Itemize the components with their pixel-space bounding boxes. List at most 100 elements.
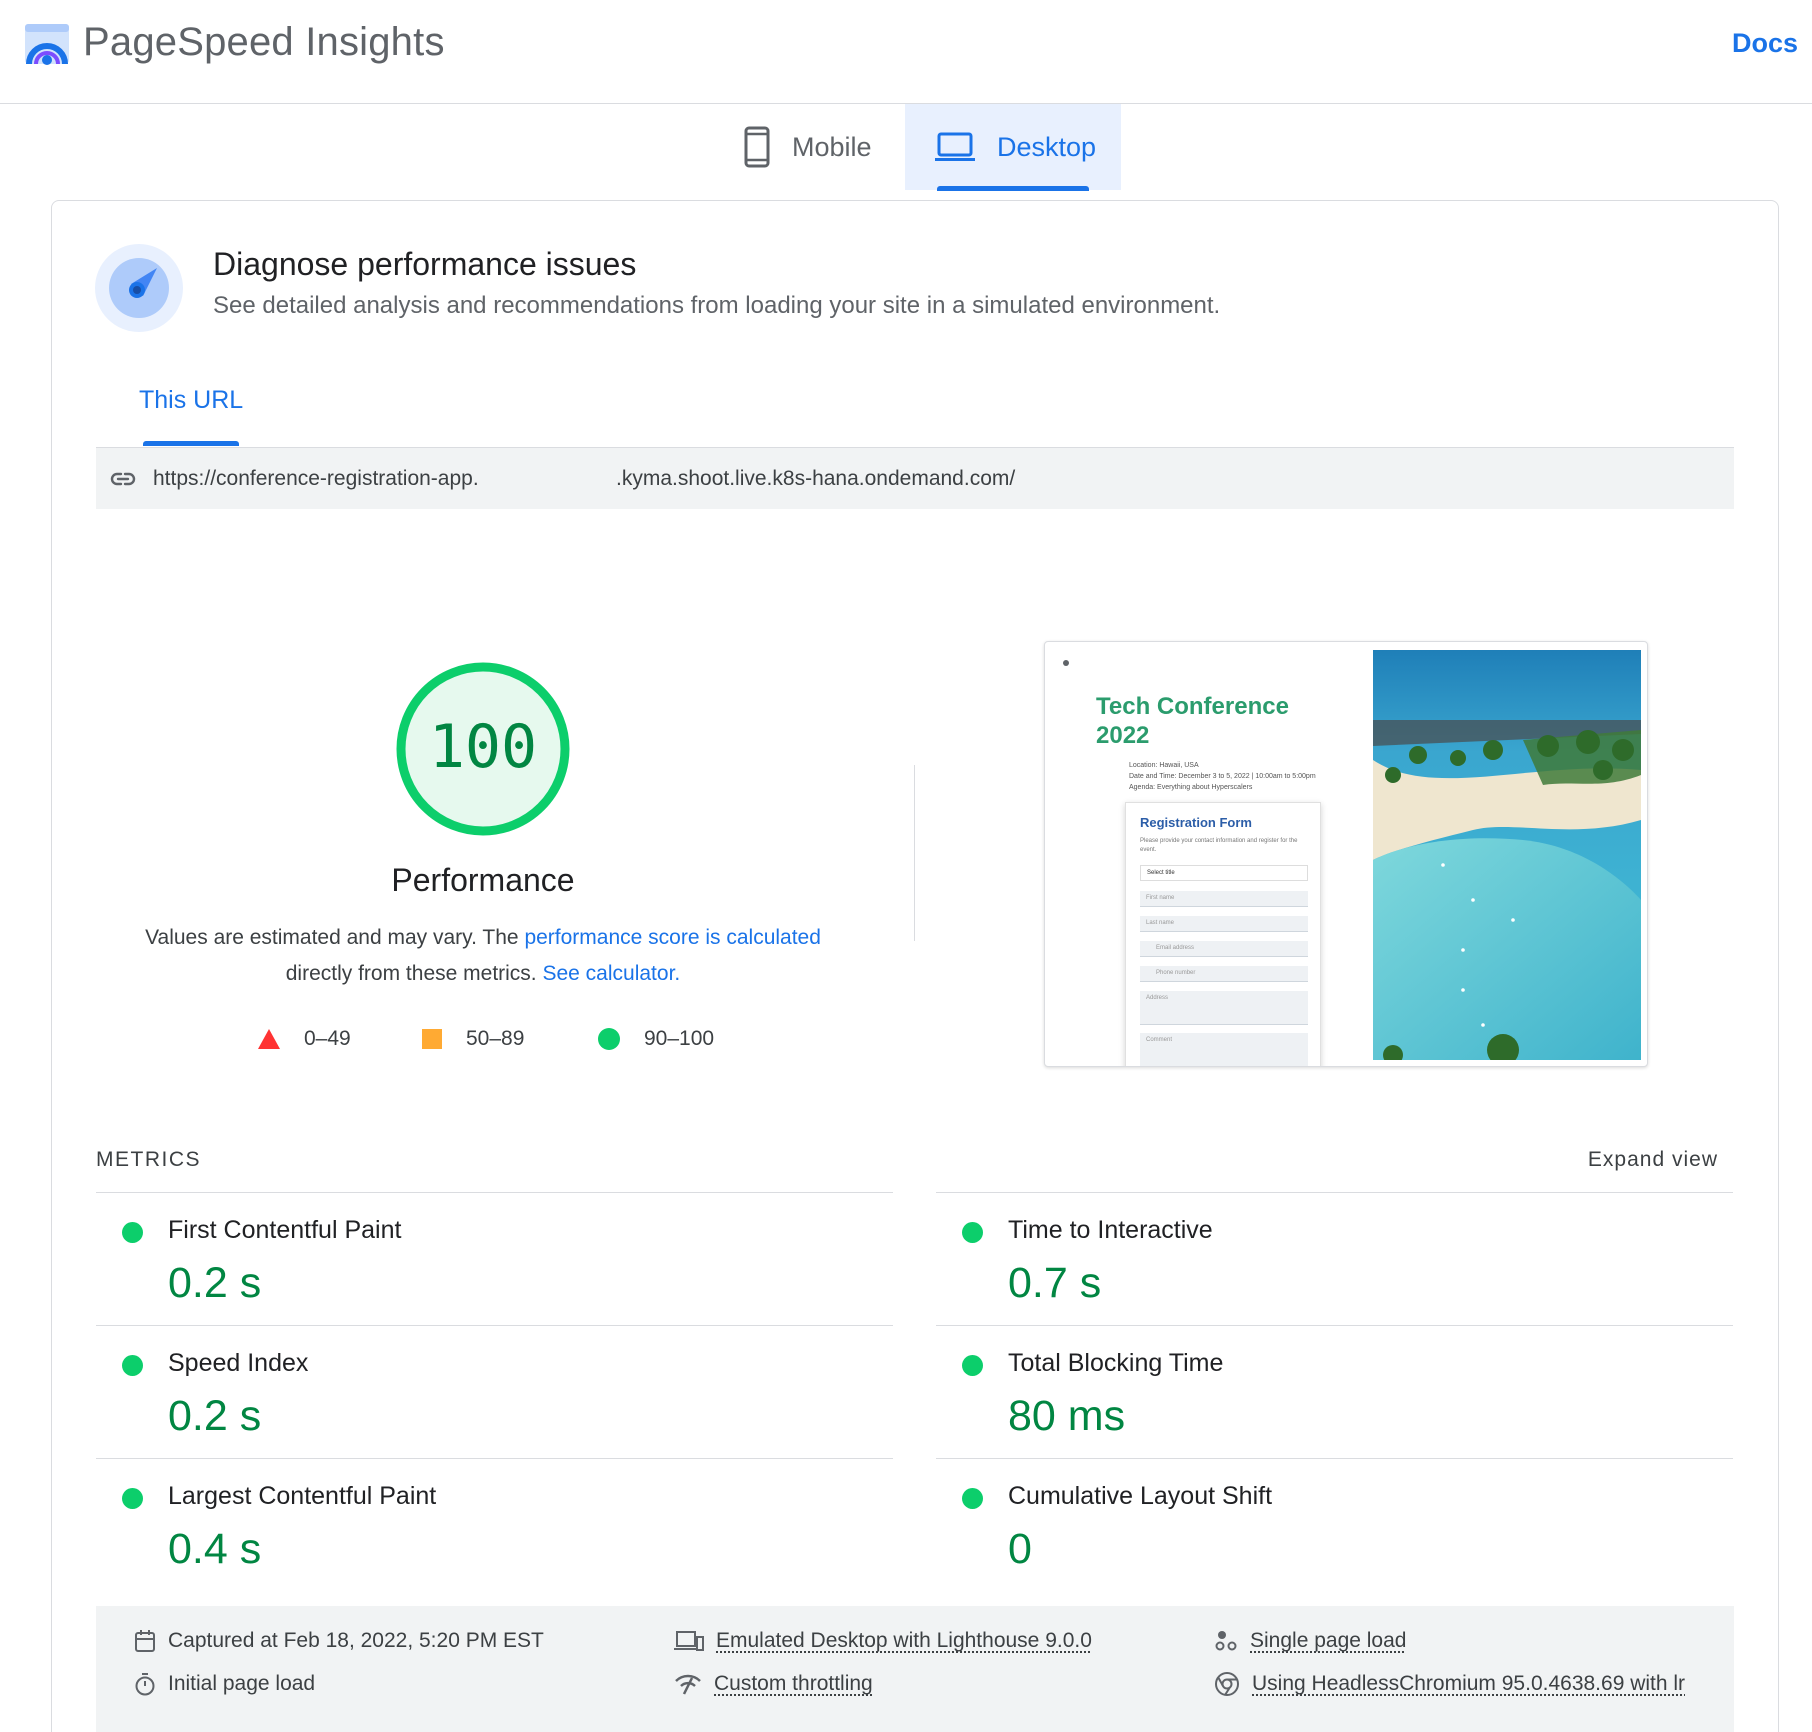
perf-desc-middle: directly from these metrics.	[285, 962, 543, 985]
throttling-wifi-icon	[675, 1674, 701, 1695]
screenshot-beach-image	[1373, 650, 1641, 1060]
pass-circle-icon	[122, 1222, 143, 1243]
docs-link[interactable]: Docs	[1732, 28, 1798, 59]
tab-mobile[interactable]: Mobile	[730, 104, 905, 190]
screenshot-logo-dot	[1063, 660, 1069, 666]
legend-pass-range: 90–100	[644, 1027, 715, 1050]
custom-throttling[interactable]: Custom throttling	[674, 1669, 873, 1699]
legend-pass: 90–100	[598, 1024, 714, 1054]
analyzed-url-bar: https://conference-registration-app. .ky…	[96, 447, 1734, 509]
pass-circle-icon	[598, 1028, 620, 1050]
performance-label: Performance	[391, 862, 575, 898]
single-page-load-text[interactable]: Single page load	[1250, 1629, 1406, 1653]
screenshot-event-info: Location: Hawaii, USA Date and Time: Dec…	[1129, 760, 1316, 793]
top-bar: PageSpeed Insights Docs	[0, 0, 1812, 104]
screenshot-title-line2: 2022	[1096, 722, 1150, 749]
laptop-icon	[935, 132, 975, 161]
screenshot-field-last-name: Last name	[1140, 916, 1308, 932]
devices-icon	[674, 1631, 704, 1651]
screenshot-field-email: Email address	[1140, 941, 1308, 957]
emulated-desktop[interactable]: Emulated Desktop with Lighthouse 9.0.0	[674, 1626, 1092, 1656]
average-square-icon	[422, 1029, 442, 1049]
tab-this-url[interactable]: This URL	[139, 386, 243, 415]
legend-fail-range: 0–49	[304, 1027, 351, 1050]
screenshot-title: Tech Conference 2022	[1096, 692, 1289, 750]
metric-name: Time to Interactive	[1008, 1216, 1213, 1244]
pass-circle-icon	[122, 1355, 143, 1376]
metric-first-contentful-paint: First Contentful Paint 0.2 s	[96, 1192, 893, 1325]
performance-description: Values are estimated and may vary. The p…	[120, 920, 846, 992]
single-page-load[interactable]: Single page load	[1214, 1626, 1406, 1656]
pass-circle-icon	[122, 1488, 143, 1509]
initial-page-load-text: Initial page load	[168, 1672, 316, 1695]
screenshot-field-phone: Phone number	[1140, 966, 1308, 982]
metric-value: 0.4 s	[168, 1525, 262, 1573]
metric-value: 80 ms	[1008, 1392, 1126, 1440]
chromium-icon	[1215, 1672, 1239, 1696]
legend-average-range: 50–89	[466, 1027, 525, 1050]
screenshot-info-agenda: Agenda: Everything about Hyperscalers	[1129, 784, 1253, 791]
metric-name: Total Blocking Time	[1008, 1349, 1224, 1377]
diagnose-title: Diagnose performance issues	[213, 246, 637, 282]
single-load-icon	[1215, 1631, 1237, 1651]
metrics-heading: METRICS	[96, 1148, 201, 1171]
tab-desktop[interactable]: Desktop	[905, 104, 1121, 190]
see-calculator-link[interactable]: See calculator.	[542, 962, 680, 985]
expand-view-toggle[interactable]: Expand view	[1588, 1148, 1718, 1172]
pass-circle-icon	[962, 1488, 983, 1509]
stopwatch-icon	[135, 1673, 155, 1696]
screenshot-form-title: Registration Form	[1140, 815, 1252, 830]
tab-mobile-label: Mobile	[792, 131, 872, 162]
metric-speed-index: Speed Index 0.2 s	[96, 1325, 893, 1458]
performance-score: 100	[428, 712, 538, 782]
metric-cumulative-layout-shift: Cumulative Layout Shift 0	[936, 1458, 1733, 1591]
metric-name: First Contentful Paint	[168, 1216, 402, 1244]
browser-version[interactable]: Using HeadlessChromium 95.0.4638.69 with…	[1214, 1669, 1685, 1699]
captured-at: Captured at Feb 18, 2022, 5:20 PM EST	[134, 1626, 544, 1656]
initial-page-load: Initial page load	[134, 1669, 315, 1699]
pagespeed-logo-icon[interactable]	[24, 22, 70, 68]
fail-triangle-icon	[258, 1029, 280, 1049]
custom-throttling-text[interactable]: Custom throttling	[714, 1672, 873, 1696]
perf-desc-prefix: Values are estimated and may vary. The	[145, 926, 525, 949]
tab-this-url-indicator	[143, 441, 239, 446]
metric-name: Speed Index	[168, 1349, 309, 1377]
emulated-desktop-text[interactable]: Emulated Desktop with Lighthouse 9.0.0	[716, 1629, 1092, 1653]
vertical-divider	[914, 765, 915, 941]
metric-largest-contentful-paint: Largest Contentful Paint 0.4 s	[96, 1458, 893, 1591]
app-title: PageSpeed Insights	[83, 20, 445, 64]
url-text-start[interactable]: https://conference-registration-app.	[153, 467, 479, 491]
calendar-icon	[135, 1630, 155, 1652]
browser-version-text[interactable]: Using HeadlessChromium 95.0.4638.69 with…	[1252, 1672, 1685, 1696]
screenshot-info-location: Location: Hawaii, USA	[1129, 762, 1199, 769]
metric-total-blocking-time: Total Blocking Time 80 ms	[936, 1325, 1733, 1458]
screenshot-info-date: Date and Time: December 3 to 5, 2022 | 1…	[1129, 773, 1316, 780]
legend-average: 50–89	[422, 1024, 524, 1054]
metric-name: Cumulative Layout Shift	[1008, 1482, 1273, 1510]
screenshot-form-subtitle: Please provide your contact information …	[1140, 838, 1298, 853]
score-calculated-link[interactable]: performance score is calculated	[524, 926, 820, 949]
screenshot-field-comment: Comment	[1140, 1033, 1308, 1066]
pass-circle-icon	[962, 1222, 983, 1243]
diagnose-gauge-icon	[95, 244, 183, 332]
diagnose-subtitle: See detailed analysis and recommendation…	[213, 292, 1221, 319]
tab-selected-indicator	[937, 186, 1089, 191]
captured-at-text: Captured at Feb 18, 2022, 5:20 PM EST	[168, 1629, 544, 1652]
link-icon	[110, 472, 136, 486]
screenshot-field-first-name: First name	[1140, 891, 1308, 907]
metric-value: 0.2 s	[168, 1259, 262, 1307]
final-screenshot[interactable]: Tech Conference 2022 Location: Hawaii, U…	[1044, 641, 1648, 1067]
phone-icon	[744, 126, 770, 168]
pass-circle-icon	[962, 1355, 983, 1376]
screenshot-registration-form: Registration Form Please provide your co…	[1125, 802, 1321, 1066]
url-text-end[interactable]: .kyma.shoot.live.k8s-hana.ondemand.com/	[616, 467, 1015, 491]
screenshot-field-address: Address	[1140, 991, 1308, 1025]
metric-time-to-interactive: Time to Interactive 0.7 s	[936, 1192, 1733, 1325]
metric-value: 0	[1008, 1525, 1032, 1573]
metric-name: Largest Contentful Paint	[168, 1482, 437, 1510]
metric-value: 0.2 s	[168, 1392, 262, 1440]
runtime-settings: Captured at Feb 18, 2022, 5:20 PM EST In…	[96, 1606, 1734, 1732]
tab-desktop-label: Desktop	[997, 131, 1097, 162]
legend-fail: 0–49	[258, 1024, 351, 1054]
screenshot-field-title: Select title	[1140, 865, 1308, 881]
